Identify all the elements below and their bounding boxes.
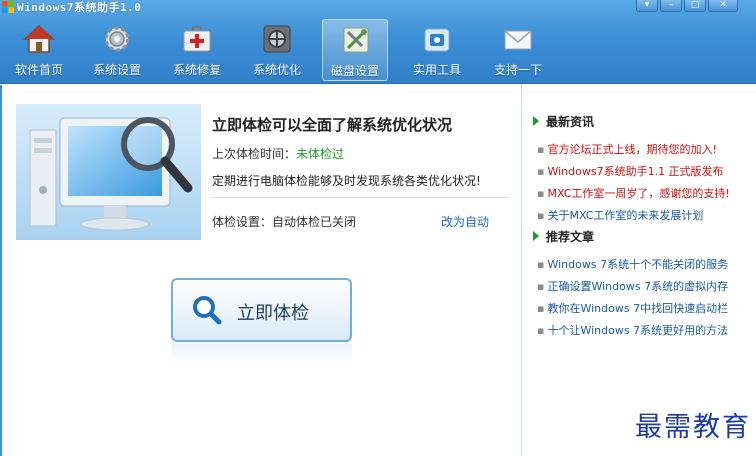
news-item[interactable]: ▪ Windows7系统助手1.1 正式版发布 (537, 163, 724, 179)
articles-heading: 推荐文章 (533, 228, 594, 245)
bullet-icon: ▪ (537, 258, 545, 271)
news-heading-label: 最新资讯 (546, 115, 595, 129)
news-item-label: MXC工作室一周岁了，感谢您的支持! (547, 187, 730, 200)
start-checkup-button[interactable]: 立即体检 (171, 278, 352, 342)
news-item-label: 关于MXC工作室的未来发展计划 (547, 209, 704, 222)
gear-icon (104, 26, 130, 52)
article-item-label: 十个让Windows 7系统更好用的方法 (547, 324, 729, 337)
nav-item-utilities[interactable]: 实用工具 (404, 19, 470, 81)
minimize-button[interactable]: – (660, 0, 682, 12)
nav-label: 系统设置 (92, 63, 141, 77)
toolbox-icon (424, 28, 450, 52)
nav-label: 系统修复 (172, 63, 221, 77)
triangle-bullet-icon (533, 116, 539, 126)
watermark-text: 最需教育 (635, 412, 751, 443)
nav-item-disk-settings[interactable]: 磁盘设置 (322, 19, 388, 81)
bullet-icon: ▪ (537, 209, 545, 222)
nav-item-home[interactable]: 软件首页 (6, 19, 72, 81)
divider (212, 197, 509, 198)
nav-label: 实用工具 (412, 63, 461, 77)
news-item[interactable]: ▪ MXC工作室一周岁了，感谢您的支持! (537, 185, 730, 201)
maximize-button[interactable]: □ (684, 0, 706, 12)
article-item[interactable]: ▪ 教你在Windows 7中找回快速启动栏 (537, 300, 728, 316)
article-item[interactable]: ▪ Windows 7系统十个不能关闭的服务 (537, 256, 728, 272)
home-icon (23, 24, 55, 53)
triangle-bullet-icon (533, 231, 539, 241)
nav-item-system-optimize[interactable]: 系统优化 (244, 19, 310, 81)
nav-item-system-repair[interactable]: 系统修复 (164, 19, 230, 81)
articles-heading-label: 推荐文章 (546, 230, 595, 244)
article-item[interactable]: ▪ 十个让Windows 7系统更好用的方法 (537, 322, 728, 338)
news-item-label: Windows7系统助手1.1 正式版发布 (547, 165, 724, 178)
bullet-icon: ▪ (537, 165, 545, 178)
start-checkup-label: 立即体检 (237, 303, 309, 324)
column-divider (521, 85, 522, 456)
bullet-icon: ▪ (537, 143, 545, 156)
news-heading: 最新资讯 (533, 113, 594, 130)
last-check-value: 未体检过 (296, 147, 345, 161)
news-item[interactable]: ▪ 官方论坛正式上线，期待您的加入! (537, 141, 717, 157)
nav-label: 系统优化 (252, 63, 301, 77)
first-aid-kit-icon (183, 26, 211, 52)
last-check-label: 上次体检时间： (212, 147, 297, 161)
checkup-setting: 体检设置：自动体检已关闭 (212, 215, 357, 229)
computer-checkup-illustration (16, 104, 201, 240)
nav-item-system-settings[interactable]: 系统设置 (84, 19, 150, 81)
nav-label: 磁盘设置 (330, 64, 379, 78)
windows-logo-icon (2, 1, 14, 13)
title-bar: Windows7系统助手1.0 ▾ – □ ✕ (0, 0, 756, 15)
nav-label: 支持一下 (493, 63, 542, 77)
article-item-label: Windows 7系统十个不能关闭的服务 (547, 258, 729, 271)
article-item-label: 正确设置Windows 7系统的虚拟内存 (547, 280, 729, 293)
nav-label: 软件首页 (14, 63, 63, 77)
nav-item-support[interactable]: 支持一下 (485, 19, 551, 81)
change-to-auto-link[interactable]: 改为自动 (441, 213, 489, 230)
checkup-title: 立即体检可以全面了解系统优化状况 (212, 116, 453, 134)
window-border (0, 85, 2, 456)
bullet-icon: ▪ (537, 187, 545, 200)
bullet-icon: ▪ (537, 280, 545, 293)
article-item[interactable]: ▪ 正确设置Windows 7系统的虚拟内存 (537, 278, 728, 294)
bullet-icon: ▪ (537, 302, 545, 315)
mail-icon (504, 30, 532, 50)
window-title: Windows7系统助手1.0 (17, 1, 142, 14)
last-check-row: 上次体检时间：未体检过 (212, 145, 344, 162)
button-reflection (171, 344, 352, 366)
disk-tools-icon (343, 27, 369, 53)
bullet-icon: ▪ (537, 324, 545, 337)
menu-button[interactable]: ▾ (636, 0, 658, 12)
search-icon (193, 296, 222, 325)
news-item[interactable]: ▪ 关于MXC工作室的未来发展计划 (537, 207, 703, 223)
close-button[interactable]: ✕ (708, 0, 738, 12)
news-item-label: 官方论坛正式上线，期待您的加入! (547, 143, 717, 156)
optimize-icon (263, 25, 291, 53)
checkup-advice: 定期进行电脑体检能够及时发现系统各类优化状况! (212, 174, 481, 188)
toolbar: Windows7系统助手1.0 ▾ – □ ✕ 软件首页 系统设置 系统修复 系… (0, 0, 756, 84)
article-item-label: 教你在Windows 7中找回快速启动栏 (547, 302, 729, 315)
